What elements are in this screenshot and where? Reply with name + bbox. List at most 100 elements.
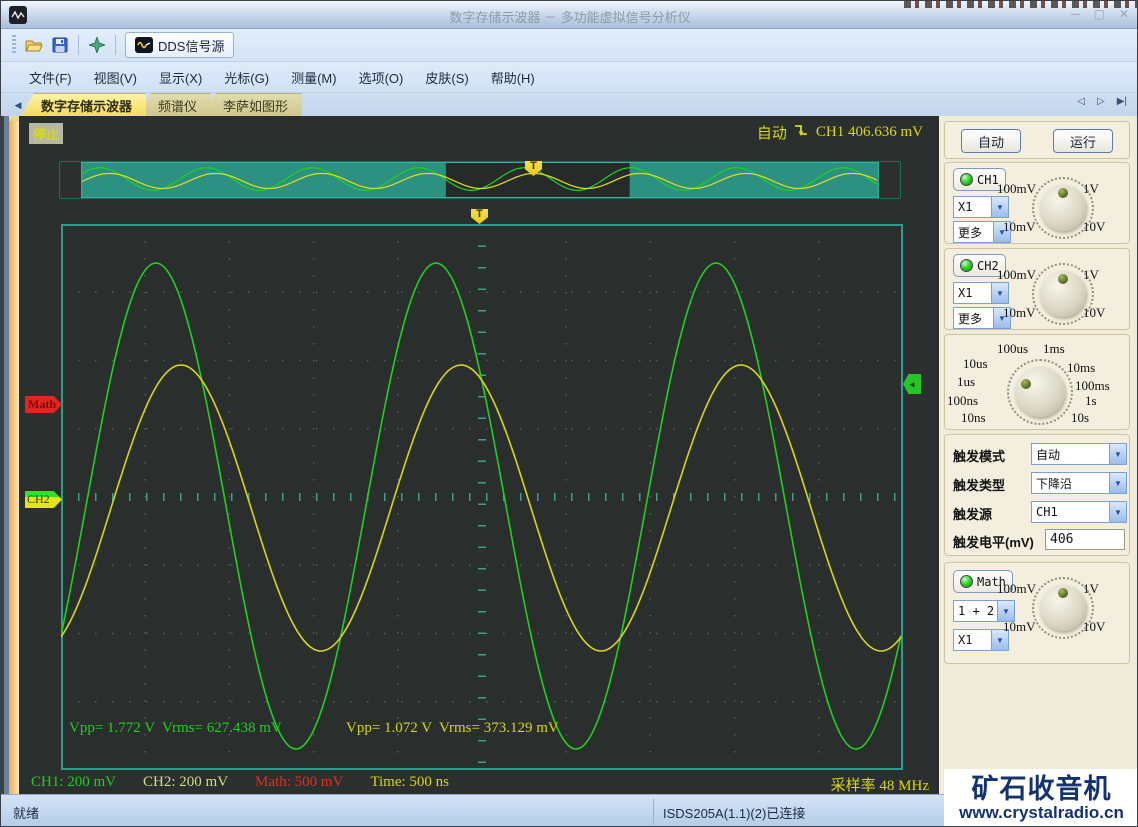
dropdown-arrow-icon: ▼ [1109,444,1126,464]
ch1-probe-select[interactable]: X1 ▼ [953,196,1009,218]
scope-scale-footer: CH1: 200 mV CH2: 200 mV Math: 500 mV Tim… [19,770,939,794]
status-ready-text: 就绪 [13,806,40,821]
trigger-level-input[interactable] [1045,529,1125,550]
run-control-group: 自动 运行 [944,121,1130,159]
menu-bar: 文件(F) 视图(V) 显示(X) 光标(G) 测量(M) 选项(O) 皮肤(S… [1,62,1137,93]
timebase-label: 100ms [1075,378,1110,393]
falling-edge-trigger-icon [794,123,809,143]
trigger-level-label: 触发电平(mV) [953,535,1034,550]
open-file-icon[interactable] [21,33,47,57]
knob-label: 10mV [1003,305,1036,320]
save-icon[interactable] [47,33,73,57]
knob-indicator [1058,588,1068,598]
timebase-knob[interactable] [1007,359,1073,425]
menu-view[interactable]: 视图(V) [94,68,137,87]
dds-signal-source-button[interactable]: DDS信号源 [125,32,235,58]
knob-indicator [1058,274,1068,284]
ch2-meas-line: Vpp= 1.072 V Vrms= 373.129 mV [346,720,559,736]
ch2-scale-readout: CH2: 200 mV [143,773,229,790]
tab-spectrum-analyzer[interactable]: 频谱仪 [138,93,212,116]
dropdown-arrow-icon: ▼ [991,197,1008,217]
device-connection-status: ISDS205A(1.1)(2)已连接 [663,806,806,821]
menu-cursor[interactable]: 光标(G) [224,68,269,87]
timebase-readout: Time: 500 ns [370,773,450,790]
ch1-meas-line: Vpp= 1.772 V Vrms= 627.438 mV [69,720,282,736]
ch2-button-label: CH2 [977,258,999,273]
knob-label: 10mV [1003,219,1036,234]
scope-display: 停止 自动 CH1 406.636 mV T T Math CH2 ◄ Vpp=… [19,116,939,808]
title-bar: 数字存储示波器 － 多功能虚拟信号分析仪 ─ ▢ ✕ [1,1,1137,29]
dropdown-arrow-icon: ▼ [997,601,1014,621]
dds-waveform-icon [135,37,153,53]
run-button[interactable]: 运行 [1053,129,1113,153]
trigger-mode-select[interactable]: 自动 ▼ [1031,443,1127,465]
math-volts-div-knob[interactable] [1032,577,1094,639]
close-button[interactable]: ✕ [1119,7,1129,21]
acquisition-status-label[interactable]: 停止 [29,123,64,144]
trigger-mode-label: 触发模式 [953,449,1006,464]
ch2-led-icon [960,259,973,272]
timebase-label: 10ms [1067,360,1096,375]
timebase-label: 1s [1085,393,1097,408]
timebase-label: 100ns [947,393,979,408]
timebase-label: 10s [1071,410,1090,425]
ch1-control-group: CH1 X1 ▼ 更多 ▼ 100mV 1V 10mV 10V [944,162,1130,244]
menu-file[interactable]: 文件(F) [29,68,72,87]
trigger-source-level-readout: CH1 406.636 mV [815,124,923,140]
timebase-label: 100us [997,341,1029,356]
trigger-readout: 自动 CH1 406.636 mV [757,122,923,143]
auto-setup-button[interactable]: 自动 [961,129,1021,153]
menu-help[interactable]: 帮助(H) [491,68,535,87]
math-scale-readout: Math: 500 mV [255,773,344,790]
tab-lissajous[interactable]: 李萨如图形 [203,93,303,116]
menu-measure[interactable]: 测量(M) [291,68,337,87]
math-channel-flag[interactable]: Math [25,396,62,413]
timebase-label: 1us [957,374,976,389]
ch2-probe-select[interactable]: X1 ▼ [953,282,1009,304]
trigger-type-select[interactable]: 下降沿 ▼ [1031,472,1127,494]
timebase-control-group: 100us 1ms 10us 10ms 1us 100ms 100ns 1s 1… [944,334,1130,430]
trigger-position-marker[interactable]: T [471,209,488,224]
watermark: 矿石收音机 www.crystalradio.cn [944,769,1137,826]
menu-skin[interactable]: 皮肤(S) [425,68,468,87]
tab-nav-left-icon[interactable]: ◁ [1077,96,1085,107]
ch2-control-group: CH2 X1 ▼ 更多 ▼ 100mV 1V 10mV 10V [944,248,1130,330]
dropdown-arrow-icon: ▼ [991,283,1008,303]
ch1-button-label: CH1 [977,172,999,187]
knob-indicator [1021,379,1031,389]
timebase-label: 1ms [1043,341,1065,356]
tab-oscilloscope[interactable]: 数字存储示波器 [21,93,147,116]
menu-display[interactable]: 显示(X) [159,68,202,87]
control-panel: 自动 运行 CH1 X1 ▼ 更多 ▼ 100mV 1V 10mV 10V CH… [939,116,1134,794]
maximize-button[interactable]: ▢ [1094,7,1105,21]
math-probe-select[interactable]: X1 ▼ [953,629,1009,651]
menu-options[interactable]: 选项(O) [359,68,404,87]
ch1-scale-readout: CH1: 200 mV [31,773,117,790]
toolbar-separator [78,35,79,55]
math-led-icon [960,575,973,588]
tab-nav-right-icon[interactable]: ▷ [1097,96,1105,107]
ch1-led-icon [960,173,973,186]
timebase-label: 10us [963,356,988,371]
main-area: 停止 自动 CH1 406.636 mV T T Math CH2 ◄ Vpp=… [1,116,1137,808]
trigger-source-select[interactable]: CH1 ▼ [1031,501,1127,523]
ch1-level-marker[interactable]: ◄ [903,374,921,394]
sample-rate-readout: 采样率 48 MHz [830,778,929,794]
trigger-control-group: 触发模式 自动 ▼ 触发类型 下降沿 ▼ 触发源 CH1 ▼ 触发电平(mV) [944,434,1130,556]
status-separator [653,799,654,825]
watermark-url: www.crystalradio.cn [959,802,1124,822]
trigger-source-label: 触发源 [953,507,993,522]
dropdown-arrow-icon: ▼ [1109,502,1126,522]
ch2-channel-flag[interactable]: CH2 [25,491,62,508]
toolbar: DDS信号源 [1,29,1137,62]
settings-star-icon[interactable] [84,33,110,57]
minimize-button[interactable]: ─ [1071,7,1080,21]
ch2-volts-div-knob[interactable] [1032,263,1094,325]
tab-nav-end-icon[interactable]: ▶| [1117,96,1127,107]
dropdown-arrow-icon: ▼ [1109,473,1126,493]
knob-label: 100mV [997,181,1036,196]
window-title: 数字存储示波器 － 多功能虚拟信号分析仪 [449,10,691,25]
waveform-overview-bar[interactable] [59,161,901,199]
tab-bar: ◀ 数字存储示波器 频谱仪 李萨如图形 [1,93,1137,116]
ch1-volts-div-knob[interactable] [1032,177,1094,239]
